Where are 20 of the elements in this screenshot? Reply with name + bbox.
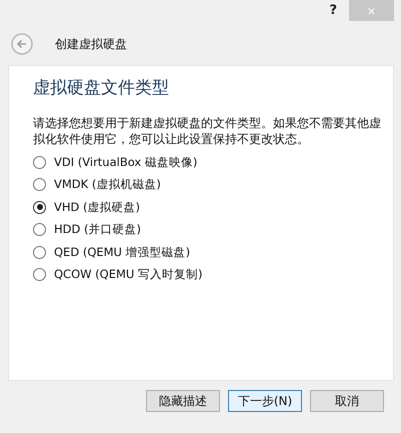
- back-icon[interactable]: [11, 33, 33, 55]
- dialog-button[interactable]: 隐藏描述: [146, 390, 220, 412]
- description-text: 请选择您想要用于新建虚拟硬盘的文件类型。如果您不需要其他虚拟化软件使用它，您可以让此设置保持不更改状态。: [33, 115, 382, 147]
- help-button[interactable]: ?: [329, 0, 349, 18]
- radio-option[interactable]: VDI (VirtualBox 磁盘映像): [33, 151, 198, 174]
- radio-button[interactable]: [33, 223, 46, 236]
- dialog-button[interactable]: 下一步(N): [228, 390, 302, 412]
- radio-option[interactable]: VHD (虚拟硬盘): [33, 196, 140, 218]
- radio-button[interactable]: [33, 200, 46, 214]
- radio-button[interactable]: [33, 246, 46, 259]
- radio-button[interactable]: [33, 268, 46, 282]
- radio-option[interactable]: HDD (并口硬盘): [33, 218, 141, 241]
- radio-button[interactable]: [33, 156, 46, 169]
- dialog-button[interactable]: 取消: [310, 390, 384, 412]
- radio-option[interactable]: VMDK (虚拟机磁盘): [33, 174, 161, 196]
- wizard-title: 创建虚拟硬盘: [55, 36, 127, 52]
- page-heading: 虚拟硬盘文件类型: [33, 77, 170, 99]
- radio-option[interactable]: QCOW (QEMU 写入时复制): [33, 264, 202, 286]
- radio-option[interactable]: QED (QEMU 增强型磁盘): [33, 241, 190, 264]
- radio-button[interactable]: [33, 178, 46, 192]
